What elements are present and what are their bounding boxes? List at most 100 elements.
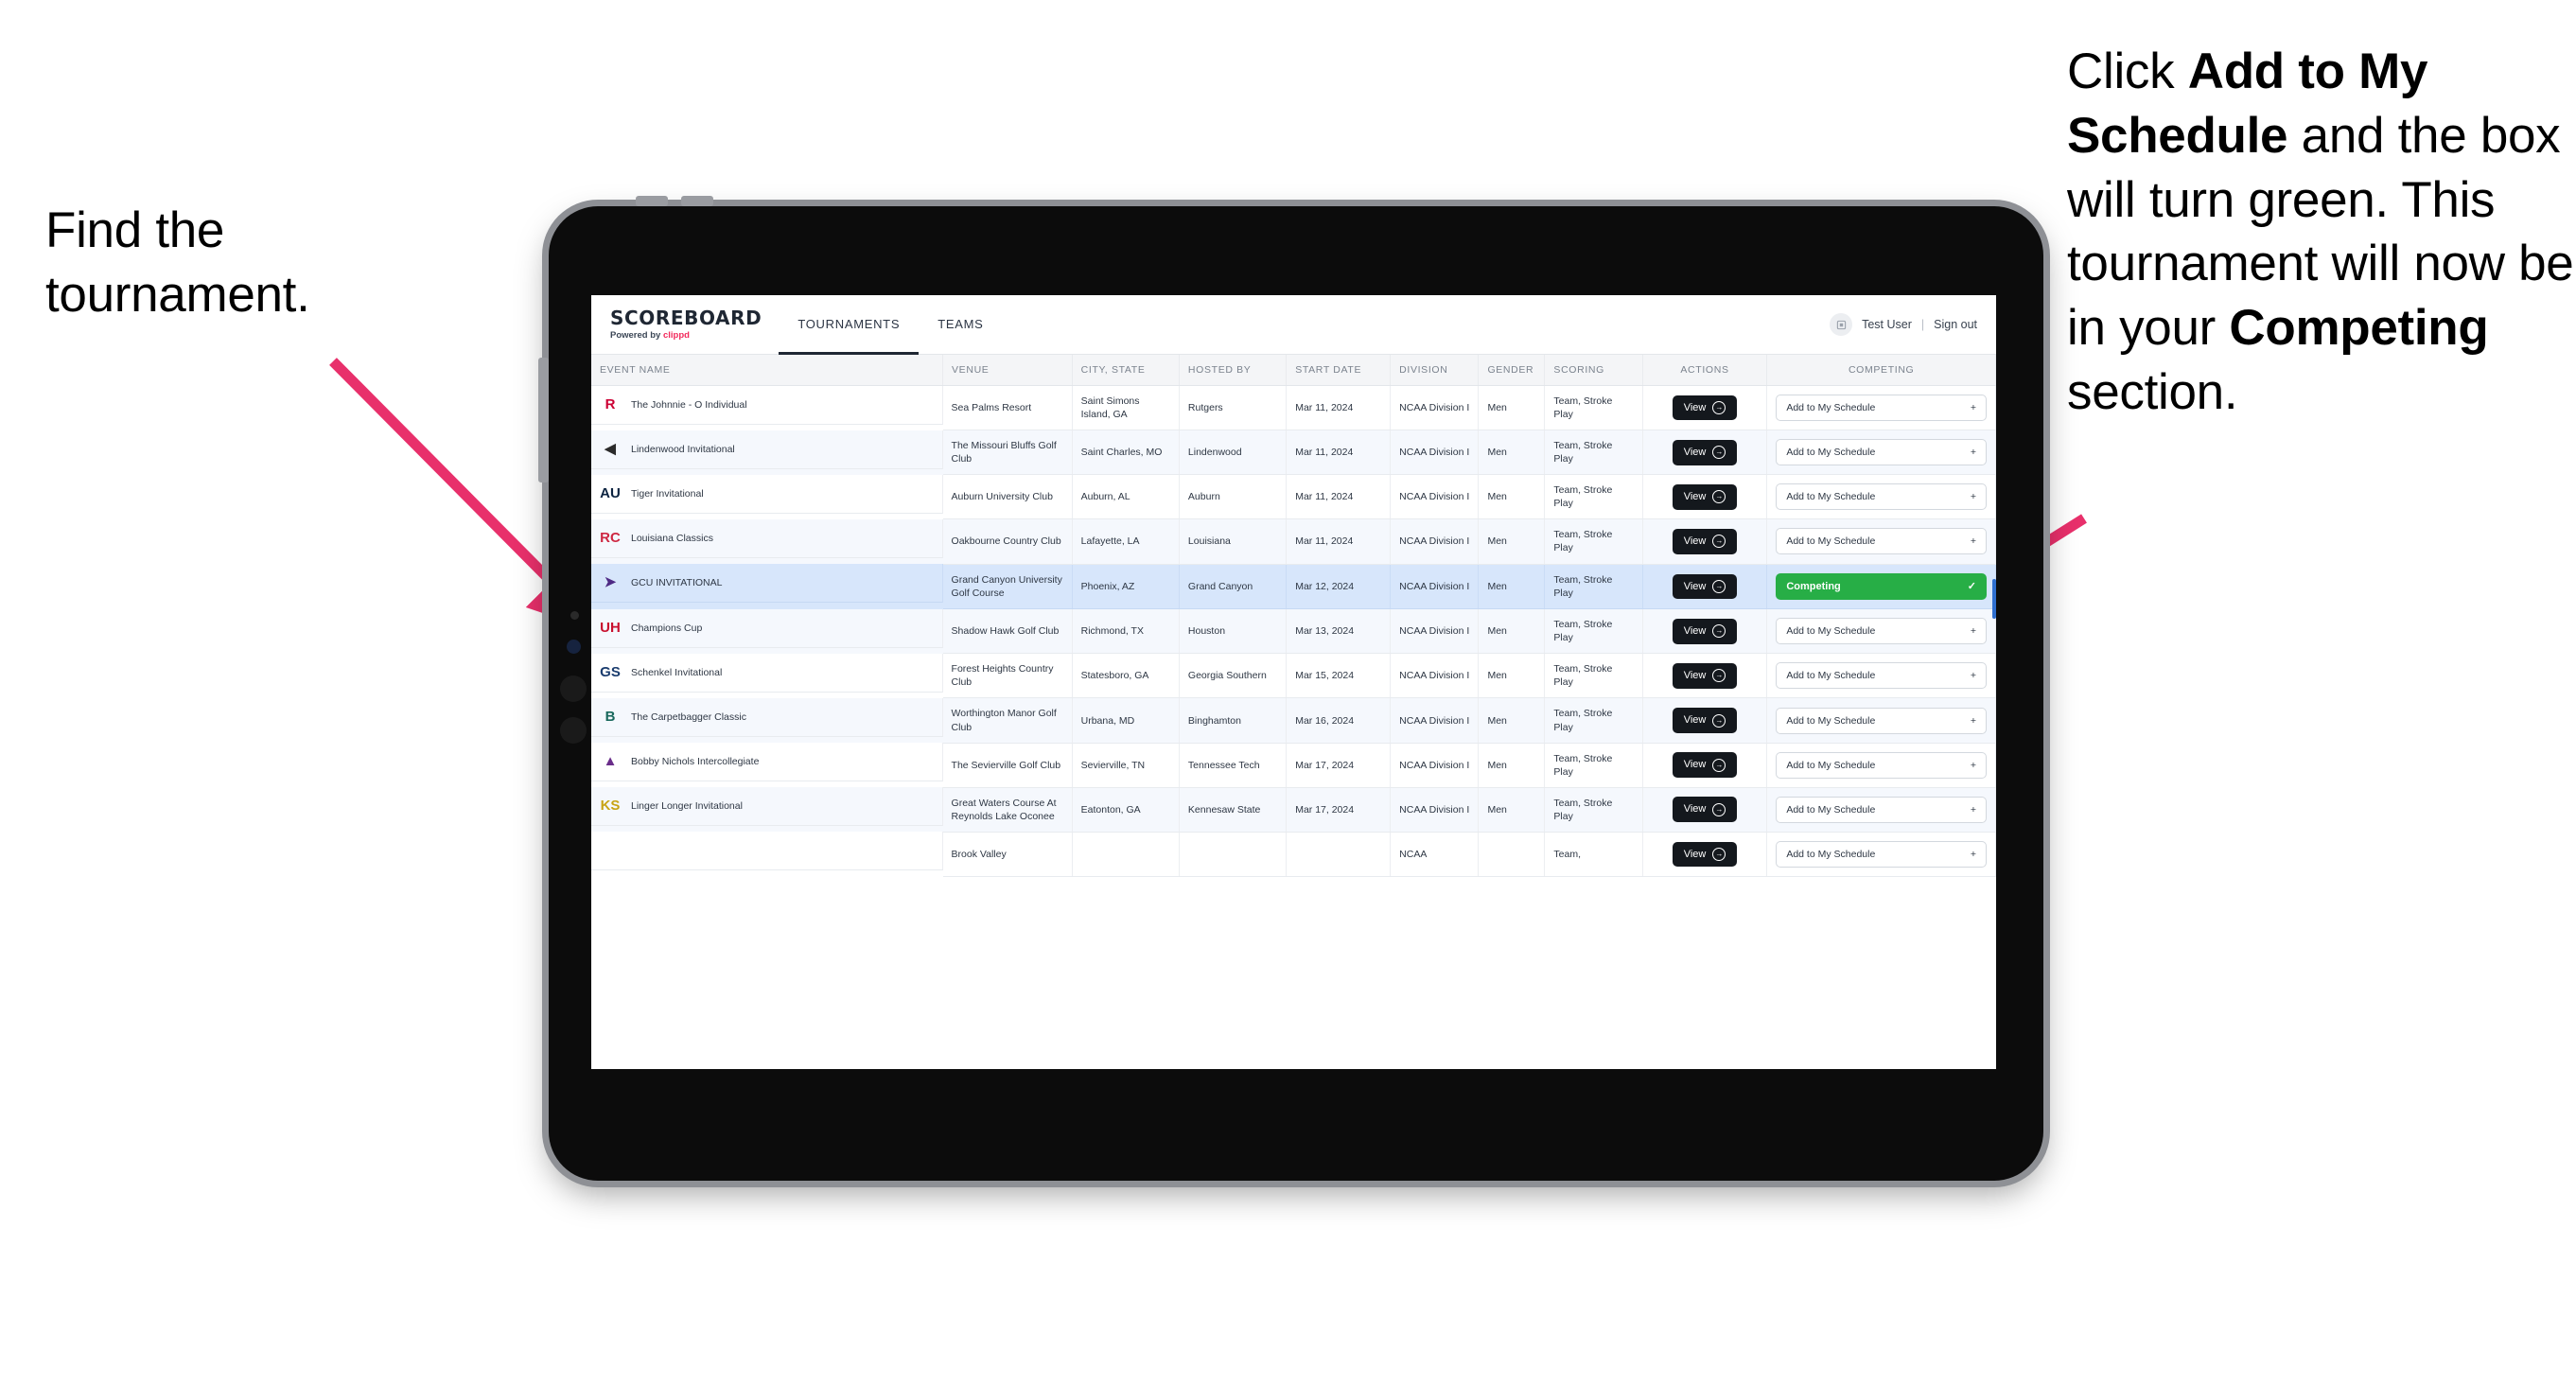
cell-venue: Sea Palms Resort — [942, 385, 1073, 431]
view-button[interactable]: View → — [1672, 708, 1738, 733]
add-to-my-schedule-label: Add to My Schedule — [1786, 670, 1876, 682]
table-row[interactable]: KS Linger Longer Invitational Great Waters… — [591, 787, 1996, 833]
annotation-right-part-4: section. — [2067, 364, 2238, 421]
arrow-right-circle-icon: → — [1712, 490, 1726, 504]
add-to-my-schedule-button[interactable]: Add to My Schedule + — [1776, 662, 1987, 690]
add-to-my-schedule-label: Add to My Schedule — [1786, 759, 1876, 771]
view-button[interactable]: View → — [1672, 663, 1738, 689]
competing-label: Competing — [1786, 580, 1841, 592]
cell-scoring: Team, Stroke Play — [1544, 385, 1643, 431]
cell-division: NCAA Division I — [1390, 430, 1480, 476]
plus-icon: + — [1970, 759, 1976, 771]
header-separator: | — [1920, 318, 1925, 331]
plus-icon: + — [1970, 848, 1976, 860]
view-button[interactable]: View → — [1672, 618, 1738, 644]
cell-actions: View → — [1642, 832, 1768, 877]
cell-event-name: KS Linger Longer Invitational — [591, 787, 943, 827]
tab-tournaments[interactable]: TOURNAMENTS — [779, 295, 920, 355]
cell-scoring: Team, Stroke Play — [1544, 474, 1643, 520]
cell-scoring: Team, Stroke Play — [1544, 564, 1643, 610]
table-row[interactable]: ➤ GCU INVITATIONAL Grand Canyon University… — [591, 564, 1996, 610]
table-header-row: EVENT NAME VENUE CITY, STATE HOSTED BY START… — [591, 355, 1996, 386]
table-row[interactable]: Brook Valley NCAA Team, View → Add to My Sche… — [591, 832, 1996, 877]
competing-button[interactable]: Competing ✓ — [1776, 572, 1987, 601]
view-button[interactable]: View → — [1672, 529, 1738, 554]
table-body: R The Johnnie - O Individual Sea Palms Res… — [591, 385, 1996, 877]
cell-venue: Auburn University Club — [942, 474, 1073, 520]
kennesaw-state-owls-logo: KS — [600, 798, 621, 815]
cell-division: NCAA Division I — [1390, 743, 1480, 788]
cell-competing: Add to My Schedule + — [1766, 430, 1996, 476]
cell-gender: Men — [1478, 608, 1546, 655]
vertical-scrollbar[interactable] — [1992, 579, 1996, 619]
view-button[interactable]: View → — [1672, 395, 1738, 421]
cell-city-state: Saint Charles, MO — [1072, 430, 1180, 476]
add-to-my-schedule-button[interactable]: Add to My Schedule + — [1776, 840, 1987, 868]
add-to-my-schedule-button[interactable]: Add to My Schedule + — [1776, 395, 1987, 422]
sign-out-link[interactable]: Sign out — [1934, 318, 1977, 331]
header-user-area: Test User | Sign out — [1830, 295, 1996, 354]
volume-up-button[interactable] — [636, 196, 668, 206]
cell-hosted-by — [1179, 832, 1288, 877]
table-row[interactable]: GS Schenkel Invitational Forest Heights Co… — [591, 653, 1996, 699]
view-button-label: View — [1683, 714, 1707, 727]
binghamton-bearcats-logo: B — [605, 708, 616, 725]
cell-scoring: Team, Stroke Play — [1544, 518, 1643, 565]
arrow-right-circle-icon: → — [1712, 535, 1726, 549]
cell-city-state: Sevierville, TN — [1072, 743, 1180, 788]
georgia-southern-eagles-logo: GS — [600, 663, 621, 680]
cell-start-date: Mar 13, 2024 — [1286, 608, 1392, 655]
speaker-hole-1-icon — [560, 675, 587, 702]
annotation-right-part-3: Competing — [2229, 300, 2489, 357]
view-button[interactable]: View → — [1672, 797, 1738, 823]
cell-event-name: R The Johnnie - O Individual — [591, 386, 943, 425]
add-to-my-schedule-button[interactable]: Add to My Schedule + — [1776, 751, 1987, 779]
add-to-my-schedule-label: Add to My Schedule — [1786, 848, 1876, 860]
view-button-label: View — [1683, 446, 1707, 458]
add-to-my-schedule-button[interactable]: Add to My Schedule + — [1776, 439, 1987, 466]
view-button[interactable]: View → — [1672, 483, 1738, 510]
plus-icon: + — [1970, 714, 1976, 727]
view-button[interactable]: View → — [1672, 573, 1738, 600]
tab-teams[interactable]: TEAMS — [919, 295, 1002, 355]
view-button-label: View — [1683, 624, 1707, 637]
add-to-my-schedule-button[interactable]: Add to My Schedule + — [1776, 796, 1987, 823]
event-name-label: Schenkel Invitational — [631, 666, 723, 678]
table-row[interactable]: UH Champions Cup Shadow Hawk Golf Club Rich… — [591, 608, 1996, 655]
add-to-my-schedule-button[interactable]: Add to My Schedule + — [1776, 528, 1987, 555]
cell-event-name: ▲ Bobby Nichols Intercollegiate — [591, 743, 943, 782]
cell-competing: Add to My Schedule + — [1766, 832, 1996, 877]
table-row[interactable]: R The Johnnie - O Individual Sea Palms Res… — [591, 385, 1996, 431]
add-to-my-schedule-button[interactable]: Add to My Schedule + — [1776, 707, 1987, 734]
add-to-my-schedule-button[interactable]: Add to My Schedule + — [1776, 618, 1987, 645]
plus-icon: + — [1970, 803, 1976, 816]
cell-competing: Add to My Schedule + — [1766, 787, 1996, 833]
table-row[interactable]: B The Carpetbagger Classic Worthington Man… — [591, 697, 1996, 744]
cell-city-state: Statesboro, GA — [1072, 653, 1180, 699]
cell-competing: Add to My Schedule + — [1766, 653, 1996, 699]
view-button-label: View — [1683, 490, 1707, 502]
view-button[interactable]: View → — [1672, 752, 1738, 779]
view-button[interactable]: View → — [1672, 439, 1738, 465]
cell-actions: View → — [1642, 430, 1768, 476]
table-row[interactable]: ◀ Lindenwood Invitational The Missouri Blu… — [591, 430, 1996, 476]
partial-row-logo — [600, 840, 621, 861]
user-avatar-icon[interactable] — [1830, 313, 1853, 336]
table-row[interactable]: AU Tiger Invitational Auburn University Cl… — [591, 474, 1996, 520]
auburn-au-logo: AU — [600, 484, 621, 501]
cell-division: NCAA Division I — [1390, 564, 1480, 610]
cell-start-date: Mar 15, 2024 — [1286, 653, 1392, 699]
power-button[interactable] — [538, 358, 549, 482]
volume-down-button[interactable] — [681, 196, 713, 206]
cell-gender: Men — [1478, 653, 1546, 699]
cell-scoring: Team, Stroke Play — [1544, 608, 1643, 655]
event-name-label: Louisiana Classics — [631, 532, 713, 544]
table-row[interactable]: ▲ Bobby Nichols Intercollegiate The Sevier… — [591, 743, 1996, 788]
cell-competing: Add to My Schedule + — [1766, 608, 1996, 655]
view-button[interactable]: View → — [1672, 841, 1738, 868]
add-to-my-schedule-button[interactable]: Add to My Schedule + — [1776, 483, 1987, 511]
cell-hosted-by: Houston — [1179, 608, 1288, 655]
cell-start-date: Mar 16, 2024 — [1286, 697, 1392, 744]
table-row[interactable]: RC Louisiana Classics Oakbourne Country Cl… — [591, 518, 1996, 565]
sensor-icon — [567, 640, 581, 654]
